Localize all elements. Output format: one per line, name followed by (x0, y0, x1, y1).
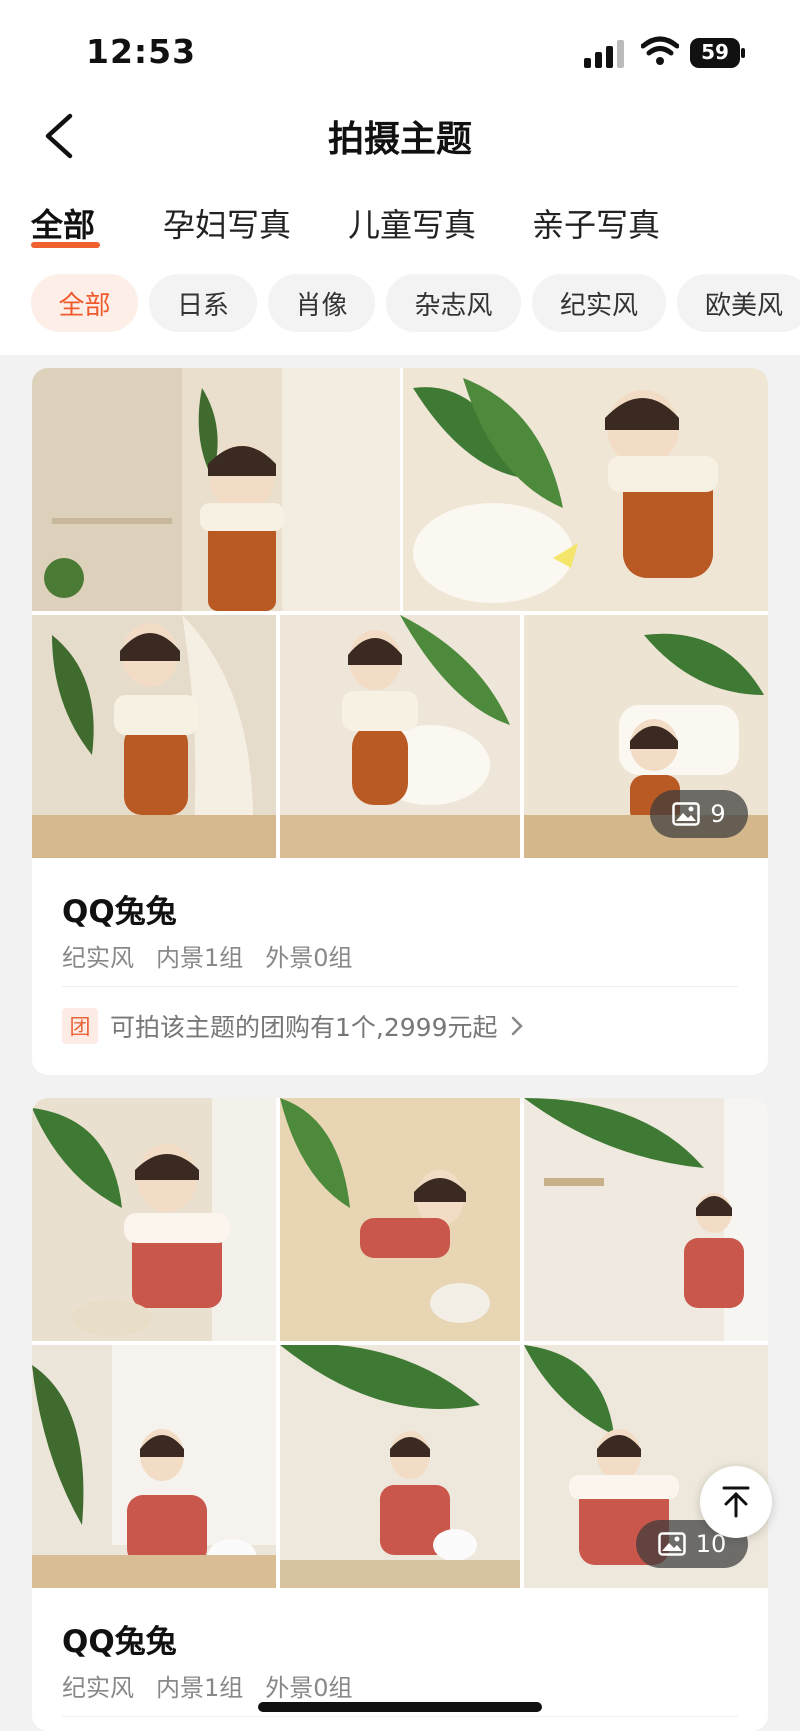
style-label: 纪实风 (62, 944, 134, 972)
page-title: 拍摄主题 (327, 119, 472, 160)
photo-tile[interactable] (403, 368, 768, 611)
indoor-count: 内景1组 (156, 944, 244, 972)
nav-bar: 拍摄主题 (0, 100, 800, 172)
tab-family[interactable]: 亲子写真 (532, 200, 660, 246)
photo-tile[interactable] (32, 368, 400, 611)
photo-tile[interactable] (524, 1098, 768, 1341)
photo-tile[interactable] (280, 1098, 520, 1341)
image-icon (672, 802, 701, 826)
tab-active-indicator (31, 242, 100, 248)
photo-tile[interactable] (280, 615, 520, 858)
photo-tile[interactable] (32, 1098, 276, 1341)
filter-chip-all[interactable]: 全部 (31, 274, 138, 332)
chevron-right-icon (512, 1016, 524, 1036)
style-label: 纪实风 (62, 1674, 134, 1702)
battery-icon: 59 (690, 38, 746, 68)
photo-count-badge: 9 (650, 790, 748, 838)
card-meta: 纪实风 内景1组 外景0组 (62, 1668, 375, 1703)
group-buy-tag: 团 (62, 1008, 98, 1044)
back-to-top-button[interactable] (700, 1466, 772, 1538)
filter-chip-portrait[interactable]: 肖像 (268, 274, 375, 332)
divider (62, 1716, 738, 1717)
arrow-up-icon (722, 1486, 750, 1518)
status-time: 12:53 (86, 32, 197, 71)
tab-maternity[interactable]: 孕妇写真 (163, 200, 291, 246)
theme-card[interactable]: 10 QQ兔兔 纪实风 内景1组 外景0组 (32, 1098, 768, 1731)
home-indicator (258, 1702, 542, 1712)
photo-tile[interactable]: 9 (524, 615, 768, 858)
signal-icon (584, 40, 624, 68)
card-meta: 纪实风 内景1组 外景0组 (62, 938, 375, 973)
watermark: GPM (618, 1656, 739, 1710)
photo-tile[interactable] (32, 615, 276, 858)
photo-count: 9 (710, 800, 726, 828)
outdoor-count: 外景0组 (265, 944, 353, 972)
card-title: QQ兔兔 (62, 894, 177, 930)
outdoor-count: 外景0组 (265, 1674, 353, 1702)
filter-chip-japanese[interactable]: 日系 (149, 274, 257, 332)
category-tabs: 全部 孕妇写真 儿童写真 亲子写真 (0, 200, 800, 260)
wifi-icon (641, 36, 679, 65)
tab-children[interactable]: 儿童写真 (348, 200, 476, 246)
theme-card[interactable]: 9 QQ兔兔 纪实风 内景1组 外景0组 团 可拍该主题的团购有1个,2999元起 (32, 368, 768, 1075)
card-title: QQ兔兔 (62, 1624, 177, 1660)
filter-chip-magazine[interactable]: 杂志风 (386, 274, 521, 332)
header: 12:53 59 拍摄主题 全部 孕妇写真 儿童写真 亲子写真 全部 日系 肖像… (0, 0, 800, 355)
filter-chip-documentary[interactable]: 纪实风 (532, 274, 666, 332)
divider (62, 986, 738, 987)
photo-tile[interactable] (32, 1345, 276, 1588)
image-icon (657, 1532, 686, 1556)
group-buy-text: 可拍该主题的团购有1个,2999元起 (110, 1013, 498, 1042)
status-bar: 12:53 59 (0, 30, 800, 76)
battery-level: 59 (701, 40, 729, 64)
group-buy-link[interactable]: 团 可拍该主题的团购有1个,2999元起 (62, 1006, 527, 1046)
filter-chip-western[interactable]: 欧美风 (677, 274, 800, 332)
indoor-count: 内景1组 (156, 1674, 244, 1702)
style-filters: 全部 日系 肖像 杂志风 纪实风 欧美风 (0, 274, 800, 334)
tab-all[interactable]: 全部 (31, 200, 95, 246)
photo-tile[interactable] (280, 1345, 520, 1588)
